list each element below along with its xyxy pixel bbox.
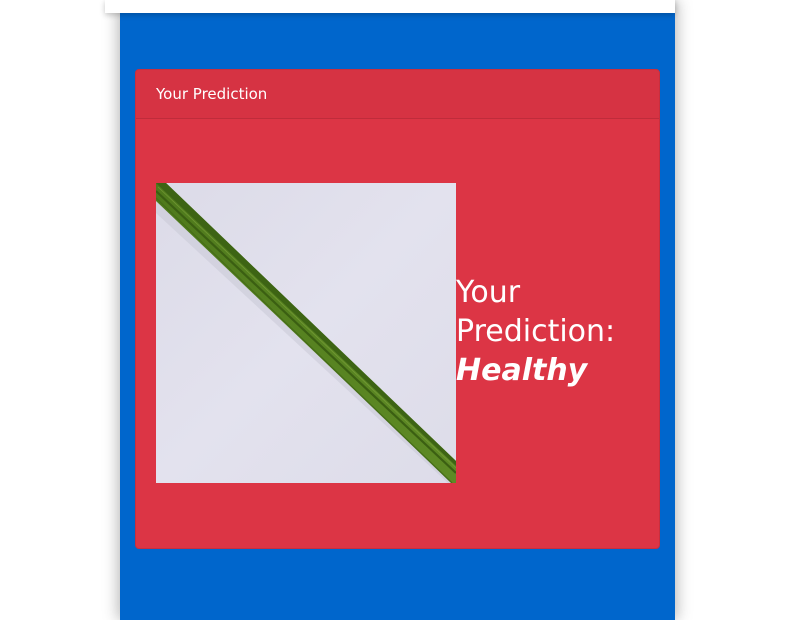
prediction-label-line2: Prediction: [456, 314, 616, 349]
card-header-title: Your Prediction [156, 85, 268, 103]
top-card-edge [105, 0, 675, 13]
leaf-photo [156, 183, 456, 483]
page: Your Prediction Your Prediction: Healthy [0, 0, 808, 620]
prediction-text: Your Prediction: Healthy [456, 273, 615, 390]
prediction-card: Your Prediction Your Prediction: Healthy [135, 69, 660, 549]
prediction-result: Healthy [456, 353, 588, 388]
card-header: Your Prediction [136, 70, 659, 119]
card-body: Your Prediction: Healthy [136, 119, 659, 548]
prediction-label-line1: Your [456, 275, 521, 310]
